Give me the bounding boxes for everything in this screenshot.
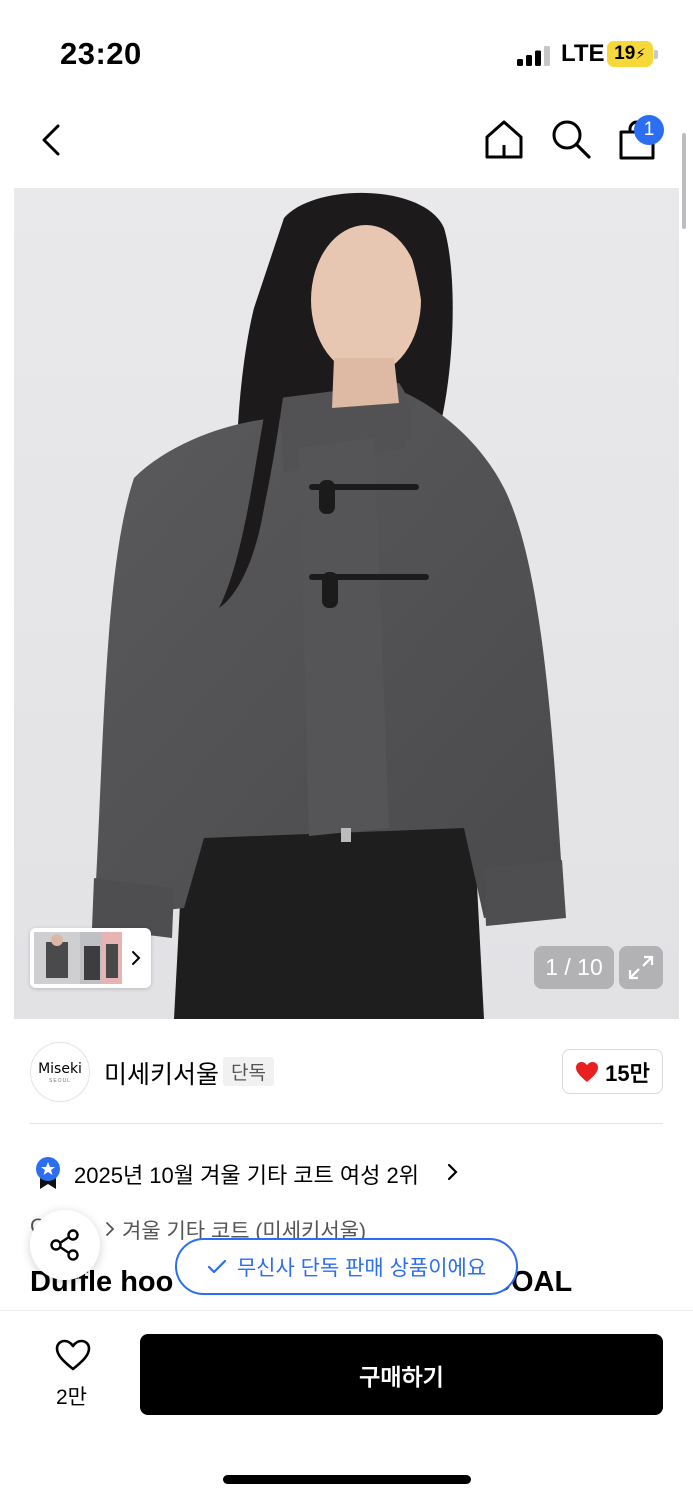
exclusive-toast: 무신사 단독 판매 상품이에요 bbox=[175, 1238, 518, 1295]
share-icon bbox=[50, 1229, 79, 1261]
back-arrow-icon[interactable] bbox=[30, 118, 74, 162]
ranking-badge-icon bbox=[36, 1157, 60, 1189]
cart-count-badge: 1 bbox=[634, 115, 664, 145]
thumbnail-strip[interactable] bbox=[30, 928, 151, 988]
exclusive-toast-text: 무신사 단독 판매 상품이에요 bbox=[236, 1256, 487, 1280]
battery-icon: 19 ⚡ bbox=[607, 41, 653, 67]
chevron-right-icon[interactable] bbox=[446, 1161, 460, 1183]
brand-logo-text: Miseki bbox=[38, 1060, 82, 1077]
scrollbar[interactable] bbox=[682, 133, 686, 229]
chevron-right-icon bbox=[106, 1222, 115, 1236]
charging-bolt-icon: ⚡ bbox=[635, 46, 646, 63]
battery-cap bbox=[654, 50, 658, 59]
expand-image-button[interactable] bbox=[619, 946, 663, 989]
brand-logo[interactable]: Miseki SEOUL bbox=[30, 1042, 90, 1102]
share-button[interactable] bbox=[30, 1210, 100, 1280]
status-time: 23:20 bbox=[60, 36, 142, 71]
expand-icon bbox=[628, 955, 654, 980]
product-photo bbox=[92, 192, 566, 1019]
brand-logo-sub: SEOUL bbox=[49, 1077, 71, 1084]
ranking-text[interactable]: 2025년 10월 겨울 기타 코트 여성 2위 bbox=[74, 1158, 419, 1190]
product-image[interactable] bbox=[14, 188, 679, 1019]
brand-like-count: 15만 bbox=[605, 1060, 650, 1086]
image-counter: 1 / 10 bbox=[534, 946, 614, 989]
network-label: LTE bbox=[561, 40, 605, 67]
thumbnail-images bbox=[34, 932, 141, 984]
brand-name[interactable]: 미세키서울 bbox=[104, 1055, 219, 1091]
battery-level: 19 bbox=[614, 43, 636, 64]
wish-count: 2만 bbox=[56, 1386, 87, 1409]
brand-like-button[interactable]: 15만 bbox=[562, 1049, 663, 1094]
heart-filled-icon bbox=[576, 1061, 599, 1082]
search-icon[interactable] bbox=[549, 117, 593, 161]
home-indicator bbox=[223, 1475, 471, 1484]
signal-icon bbox=[517, 46, 550, 66]
divider bbox=[30, 1123, 663, 1124]
check-icon bbox=[207, 1259, 226, 1273]
buy-button[interactable]: 구매하기 bbox=[140, 1334, 663, 1415]
home-icon[interactable] bbox=[482, 117, 526, 161]
heart-outline-icon[interactable] bbox=[54, 1338, 92, 1372]
exclusive-tag: 단독 bbox=[223, 1057, 274, 1086]
